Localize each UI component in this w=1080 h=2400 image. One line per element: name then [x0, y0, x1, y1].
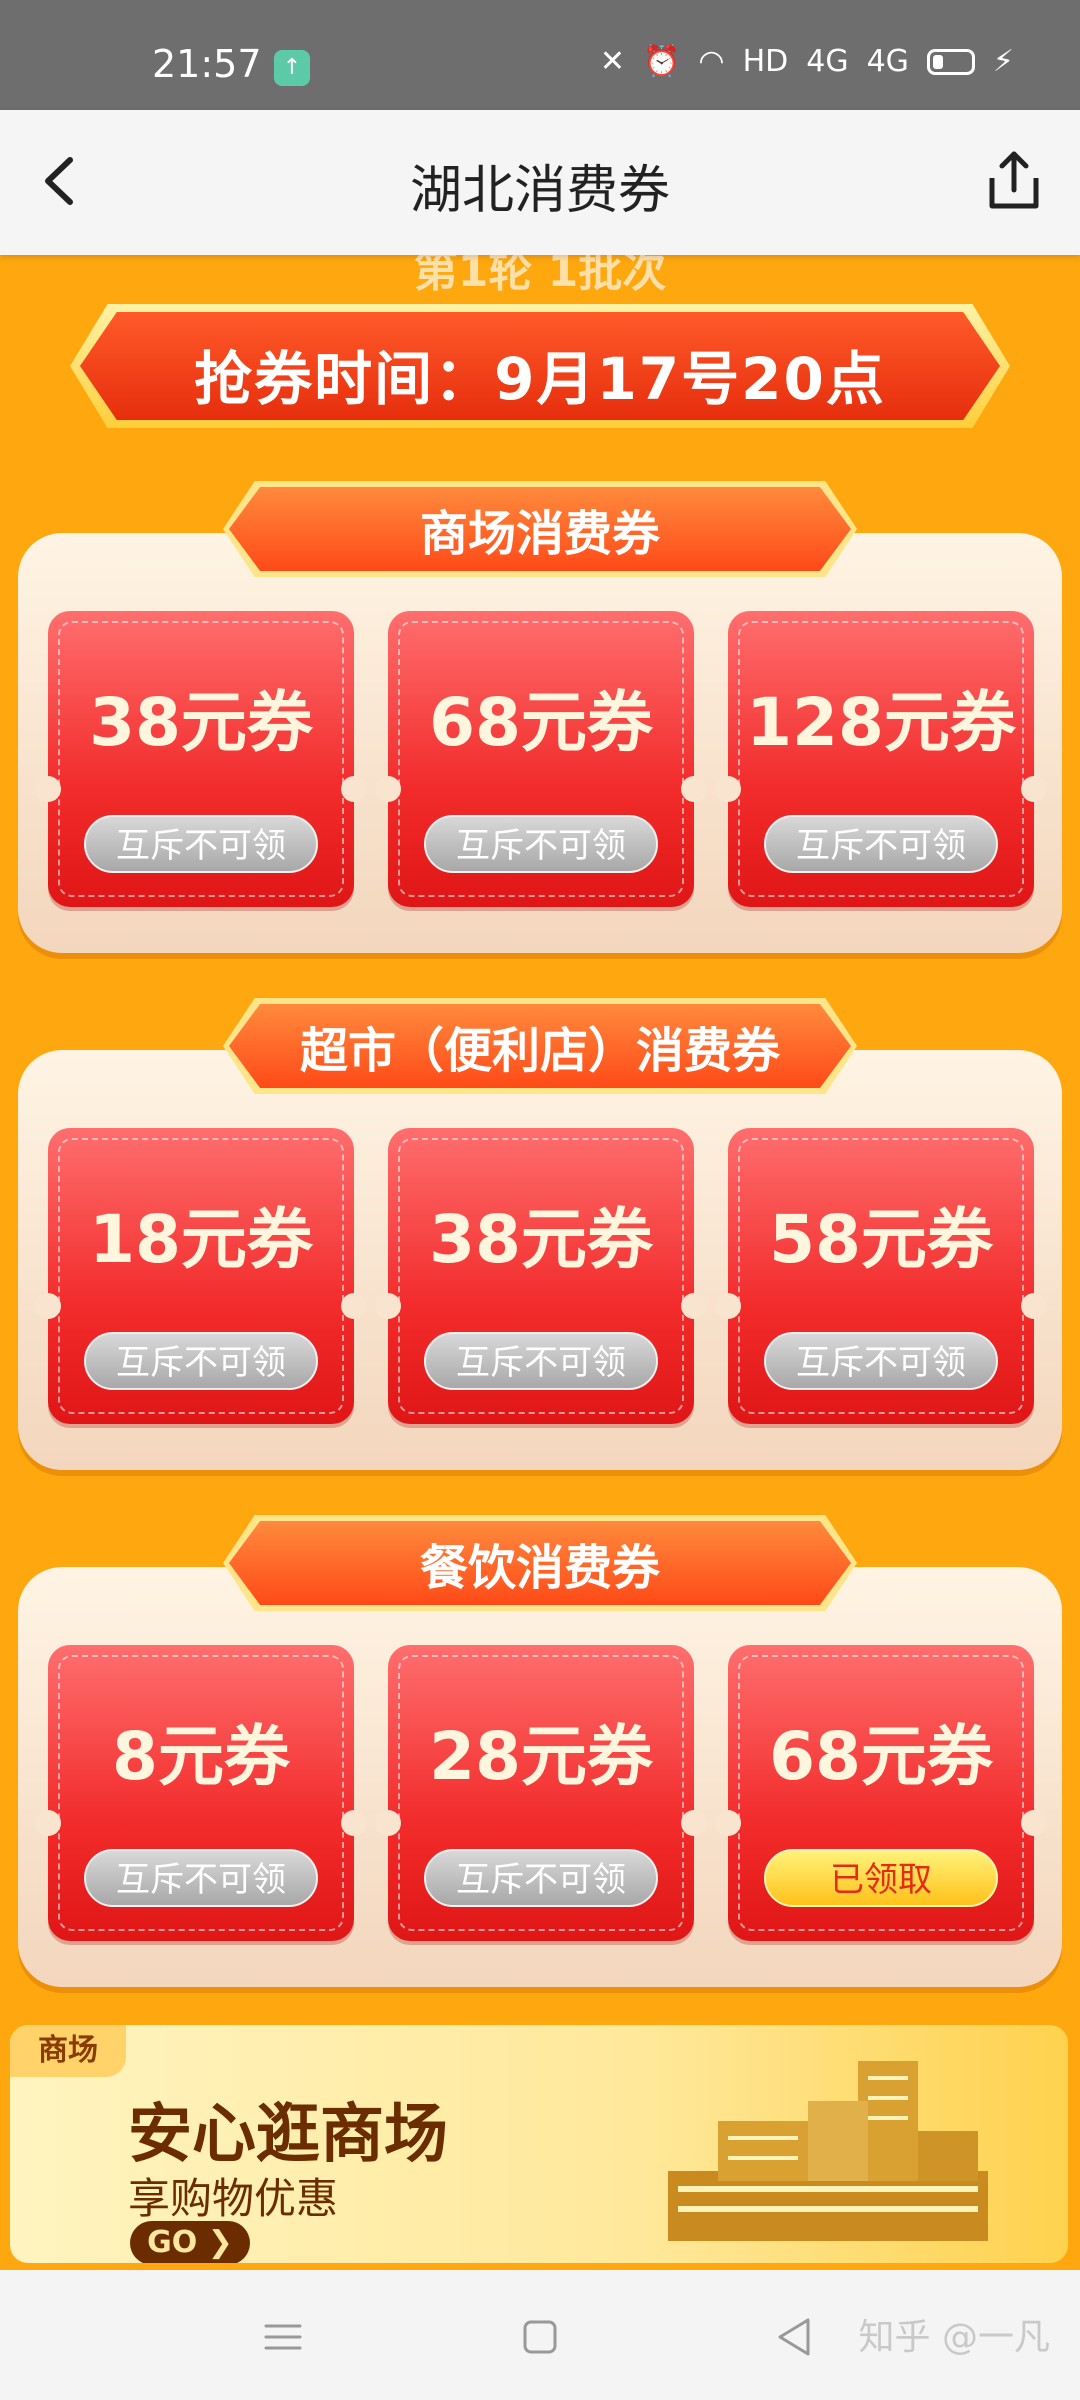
- coupon-amount: 68元券: [769, 1718, 993, 1795]
- coupon-card[interactable]: 28元券 互斥不可领: [375, 1645, 707, 1941]
- promo-headline: 安心逛商场: [128, 2098, 448, 2172]
- coupon-button[interactable]: 互斥不可领: [84, 815, 318, 873]
- signal-icon-1: 4G: [806, 44, 849, 79]
- coupon-card[interactable]: 8元券 互斥不可领: [35, 1645, 367, 1941]
- coupon-card[interactable]: 128元券 互斥不可领: [715, 611, 1047, 907]
- coupon-card[interactable]: 18元券 互斥不可领: [35, 1128, 367, 1424]
- coupon-button[interactable]: 互斥不可领: [424, 1849, 658, 1907]
- promo-subtitle: 享购物优惠: [128, 2174, 339, 2223]
- status-bar: 21:57 ↑ ✕ ⏰ ◠ HD 4G 4G ⚡: [0, 0, 1080, 110]
- coupon-button[interactable]: 互斥不可领: [84, 1849, 318, 1907]
- watermark: 知乎 @一凡: [858, 2317, 1050, 2358]
- coupon-amount: 18元券: [89, 1201, 313, 1278]
- coupon-amount: 58元券: [769, 1201, 993, 1278]
- coupon-card[interactable]: 68元券 互斥不可领: [375, 611, 707, 907]
- coupon-row: 18元券 互斥不可领 38元券 互斥不可领 58元券 互斥不可领: [35, 1128, 1047, 1424]
- coupon-card[interactable]: 58元券 互斥不可领: [715, 1128, 1047, 1424]
- status-time: 21:57: [152, 42, 262, 86]
- coupon-card[interactable]: 38元券 互斥不可领: [375, 1128, 707, 1424]
- coupon-amount: 38元券: [429, 1201, 653, 1278]
- grab-time-label: 抢券时间：9月17号20点: [194, 345, 886, 413]
- coupon-button[interactable]: 互斥不可领: [764, 815, 998, 873]
- coupon-page-content: 第1轮 1批次 抢券时间：9月17号20点 商场消费券 38元券 互斥不可领 6…: [0, 255, 1080, 2270]
- coupon-amount: 128元券: [746, 684, 1016, 761]
- coupon-row: 8元券 互斥不可领 28元券 互斥不可领 68元券 已领取: [35, 1645, 1047, 1941]
- coupon-button[interactable]: 互斥不可领: [424, 1332, 658, 1390]
- coupon-card[interactable]: 68元券 已领取: [715, 1645, 1047, 1941]
- coupon-claimed-button[interactable]: 已领取: [764, 1849, 998, 1907]
- home-icon[interactable]: [515, 2312, 565, 2362]
- section-mall-coupons: 商场消费券 38元券 互斥不可领 68元券 互斥不可领 128元券 互斥不可领: [18, 481, 1062, 953]
- round-label: 第1轮 1批次: [413, 255, 667, 297]
- mall-promo-banner[interactable]: 商场 安心逛商场 享购物优惠 GO ❯: [10, 2025, 1068, 2263]
- share-icon[interactable]: [978, 146, 1050, 218]
- coupon-button[interactable]: 互斥不可领: [84, 1332, 318, 1390]
- section-title-banner: 超市（便利店）消费券: [223, 998, 857, 1094]
- navigation-bar: 湖北消费券: [0, 110, 1080, 255]
- section-title-banner: 商场消费券: [223, 481, 857, 577]
- section-title: 商场消费券: [229, 487, 851, 571]
- system-navigation-bar: 知乎 @一凡: [0, 2270, 1080, 2400]
- coupon-amount: 38元券: [89, 684, 313, 761]
- section-title-banner: 餐饮消费券: [223, 1515, 857, 1611]
- coupon-row: 38元券 互斥不可领 68元券 互斥不可领 128元券 互斥不可领: [35, 611, 1047, 907]
- section-title: 餐饮消费券: [229, 1521, 851, 1605]
- charging-icon: ⚡: [992, 44, 1014, 79]
- promo-tag: 商场: [10, 2025, 126, 2077]
- mute-vibrate-icon: ✕: [599, 44, 626, 79]
- menu-icon[interactable]: [258, 2312, 308, 2362]
- back-triangle-icon[interactable]: [770, 2312, 820, 2362]
- alarm-icon: ⏰: [643, 44, 681, 79]
- coupon-amount: 68元券: [429, 684, 653, 761]
- mall-building-icon: [668, 2061, 988, 2241]
- coupon-button[interactable]: 互斥不可领: [764, 1332, 998, 1390]
- battery-icon: [926, 48, 975, 75]
- app-notification-icon: ↑: [274, 50, 310, 86]
- status-icons: ✕ ⏰ ◠ HD 4G 4G ⚡: [600, 44, 1014, 79]
- promo-go-button[interactable]: GO ❯: [130, 2221, 250, 2263]
- coupon-amount: 28元券: [429, 1718, 653, 1795]
- grab-time-banner: 抢券时间：9月17号20点: [70, 304, 1010, 428]
- section-dining-coupons: 餐饮消费券 8元券 互斥不可领 28元券 互斥不可领 68元券 已领取: [18, 1515, 1062, 1987]
- section-supermarket-coupons: 超市（便利店）消费券 18元券 互斥不可领 38元券 互斥不可领 58元券 互斥…: [18, 998, 1062, 1470]
- coupon-card[interactable]: 38元券 互斥不可领: [35, 611, 367, 907]
- wifi-icon: ◠: [698, 44, 725, 79]
- coupon-button[interactable]: 互斥不可领: [424, 815, 658, 873]
- page-title: 湖北消费券: [409, 161, 670, 221]
- section-title: 超市（便利店）消费券: [229, 1004, 851, 1088]
- signal-icon-2: 4G: [866, 44, 909, 79]
- hd-label: HD: [742, 44, 789, 79]
- coupon-amount: 8元券: [112, 1718, 290, 1795]
